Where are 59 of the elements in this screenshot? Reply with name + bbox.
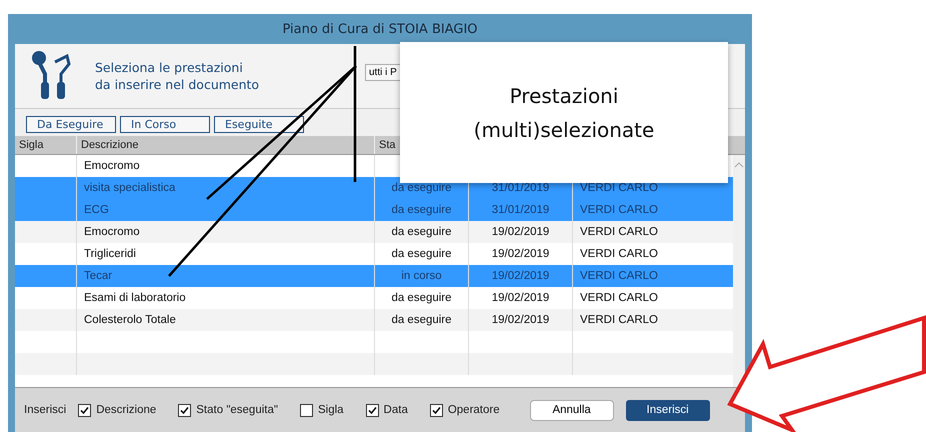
table-cell: VERDI CARLO — [580, 204, 658, 216]
filter-button[interactable]: In Corso — [120, 116, 210, 133]
table-cell: VERDI CARLO — [580, 182, 658, 194]
scrollbar[interactable] — [733, 155, 745, 387]
table-cell: VERDI CARLO — [580, 314, 658, 326]
checkbox-label: Stato "eseguita" — [196, 404, 278, 416]
column-header: Sigla — [15, 136, 77, 154]
checkbox[interactable] — [178, 404, 192, 416]
table-row[interactable]: Emocromo da eseguire 19/02/2019 VERDI CARLO — [15, 221, 733, 243]
table-cell: 31/01/2019 — [492, 204, 550, 216]
table-cell: 19/02/2019 — [492, 270, 550, 282]
checkbox-label: Sigla — [318, 404, 344, 416]
table-cell: da eseguire — [391, 204, 452, 216]
column-header: Descrizione — [77, 136, 375, 154]
table-cell: visita specialistica — [84, 182, 176, 194]
insert-button[interactable]: Inserisci — [626, 400, 710, 420]
insert-label: Inserisci — [24, 404, 66, 416]
table-cell: 19/02/2019 — [492, 314, 550, 326]
checkbox-label: Descrizione — [96, 404, 156, 416]
table-row[interactable]: Tecar in corso 19/02/2019 VERDI CARLO — [15, 265, 733, 287]
table-cell: Emocromo — [84, 226, 140, 238]
table-cell: da eseguire — [391, 248, 452, 260]
table-cell: VERDI CARLO — [580, 226, 658, 238]
table-row[interactable]: Colesterolo Totale da eseguire 19/02/2019 VERDI CARLO — [15, 309, 733, 331]
checkbox[interactable] — [78, 404, 92, 416]
table-cell: 19/02/2019 — [492, 292, 550, 304]
checkbox[interactable] — [300, 404, 313, 416]
table-cell: Trigliceridi — [84, 248, 136, 260]
table-cell: ECG — [84, 204, 109, 216]
table-cell: VERDI CARLO — [580, 292, 658, 304]
table-cell: VERDI CARLO — [580, 270, 658, 282]
table-cell: Tecar — [84, 270, 112, 282]
table-cell: in corso — [401, 270, 442, 282]
callout-text: Prestazioni — [510, 82, 618, 110]
filter-button[interactable]: Eseguite — [214, 116, 304, 133]
table-cell: Emocromo — [84, 160, 140, 172]
table-cell: 19/02/2019 — [492, 226, 550, 238]
cancel-button[interactable]: Annulla — [530, 400, 614, 420]
checkbox-label: Operatore — [448, 404, 500, 416]
table-cell: da eseguire — [391, 226, 452, 238]
table-cell: Esami di laboratorio — [84, 292, 186, 304]
filter-button[interactable]: Da Eseguire — [26, 116, 116, 133]
table-cell: 31/01/2019 — [492, 182, 550, 194]
table-cell: da eseguire — [391, 292, 452, 304]
table-cell: 19/02/2019 — [492, 248, 550, 260]
checkbox-label: Data — [384, 404, 408, 416]
table-cell: Colesterolo Totale — [84, 314, 176, 326]
callout-text: (multi)selezionate — [474, 116, 654, 144]
instruction-text: Seleziona le prestazioni — [95, 59, 244, 76]
table-cell: VERDI CARLO — [580, 248, 658, 260]
checkbox[interactable] — [430, 404, 443, 416]
column-header: Sta — [378, 138, 397, 153]
table-cell: da eseguire — [391, 314, 452, 326]
window-title: Piano di Cura di STOIA BIAGIO — [282, 22, 478, 36]
table-cell: da eseguire — [391, 182, 452, 194]
table-row[interactable]: ECG da eseguire 31/01/2019 VERDI CARLO — [15, 199, 733, 221]
checkbox[interactable] — [366, 404, 379, 416]
instruction-text: da inserire nel documento — [95, 76, 260, 93]
filter-dropdown[interactable]: utti i P — [365, 64, 401, 81]
